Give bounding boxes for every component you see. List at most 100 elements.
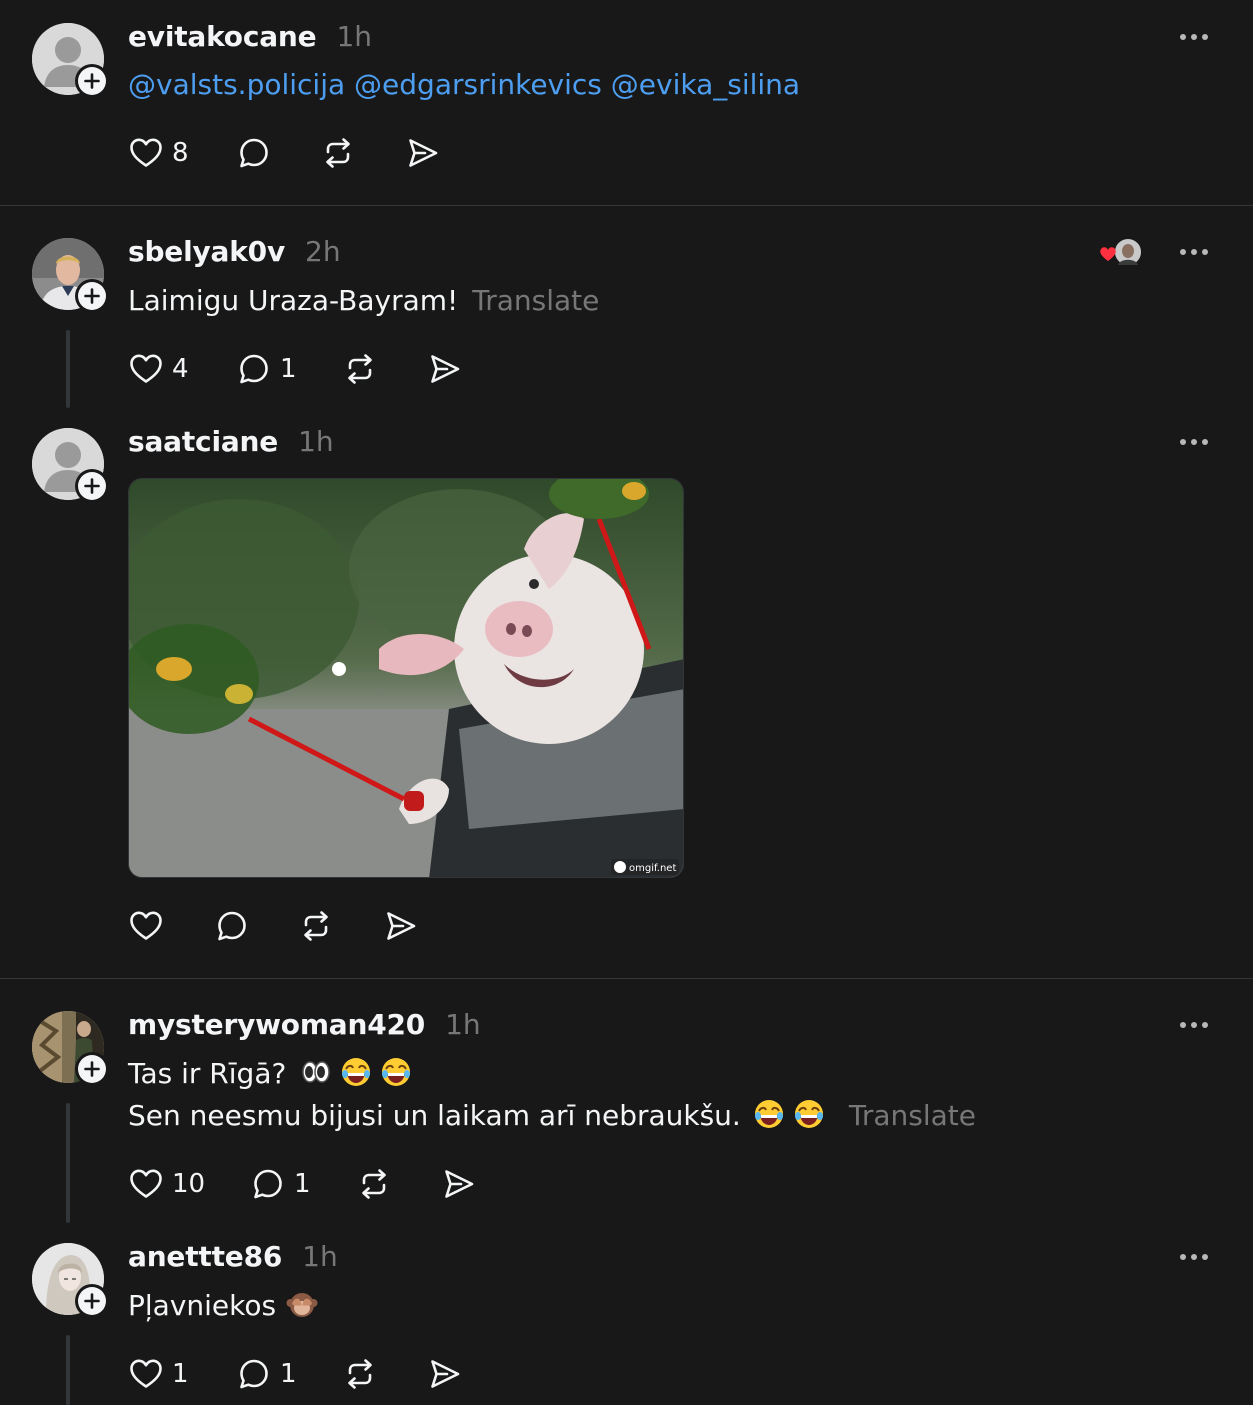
reply-button[interactable]: 1 <box>250 1164 311 1204</box>
heart-icon <box>128 1356 164 1392</box>
divider <box>0 978 1253 979</box>
like-count: 10 <box>172 1169 206 1199</box>
mention-link[interactable]: @edgarsrinkevics <box>354 68 602 101</box>
share-button[interactable] <box>427 1354 463 1394</box>
liked-by-avatar[interactable] <box>1098 237 1144 267</box>
like-button[interactable]: 8 <box>128 133 189 173</box>
more-icon[interactable] <box>1172 25 1216 49</box>
thread-line <box>66 1103 70 1223</box>
plus-icon <box>83 287 101 305</box>
like-button[interactable]: 4 <box>128 349 189 389</box>
reply-button[interactable] <box>236 133 272 173</box>
comment-icon <box>214 908 250 944</box>
share-button[interactable] <box>405 133 441 173</box>
reply-button[interactable]: 1 <box>236 1354 297 1394</box>
username[interactable]: sbelyak0v <box>128 235 285 268</box>
repost-icon <box>320 135 356 171</box>
reply-count: 1 <box>280 1359 297 1389</box>
share-button[interactable] <box>383 906 419 946</box>
repost-button[interactable] <box>342 1354 378 1394</box>
send-icon <box>383 908 419 944</box>
repost-icon <box>342 1356 378 1392</box>
plus-icon <box>83 477 101 495</box>
comment-icon <box>236 351 272 387</box>
like-button[interactable]: 10 <box>128 1164 205 1204</box>
reply-count: 1 <box>294 1169 311 1199</box>
mention-link[interactable]: @evika_silina <box>611 68 800 101</box>
username[interactable]: saatciane <box>128 425 278 458</box>
laughing-emoji-icon <box>380 1056 412 1088</box>
follow-button[interactable] <box>75 469 109 503</box>
username[interactable]: evitakocane <box>128 20 317 53</box>
repost-icon <box>298 908 334 944</box>
more-icon[interactable] <box>1172 1013 1216 1037</box>
more-icon[interactable] <box>1172 1245 1216 1269</box>
timestamp[interactable]: 1h <box>298 425 334 458</box>
post-body: Laimigu Uraza-Bayram! <box>128 284 459 317</box>
see-no-evil-monkey-emoji-icon <box>286 1288 318 1320</box>
timestamp[interactable]: 1h <box>445 1008 481 1041</box>
repost-button[interactable] <box>320 133 356 173</box>
like-count: 4 <box>172 354 189 384</box>
repost-button[interactable] <box>298 906 334 946</box>
repost-button[interactable] <box>356 1164 392 1204</box>
follow-button[interactable] <box>75 279 109 313</box>
like-button[interactable]: 1 <box>128 1354 189 1394</box>
laughing-emoji-icon <box>753 1098 785 1130</box>
translate-link[interactable]: Translate <box>472 284 599 317</box>
reply-button[interactable] <box>214 906 250 946</box>
follow-button[interactable] <box>75 1284 109 1318</box>
translate-link[interactable]: Translate <box>849 1099 976 1132</box>
post-text: @valsts.policija @edgarsrinkevics @evika… <box>128 64 800 106</box>
timestamp[interactable]: 1h <box>302 1240 338 1273</box>
plus-icon <box>83 1060 101 1078</box>
like-button[interactable] <box>128 906 164 946</box>
heart-icon <box>128 135 164 171</box>
heart-icon <box>128 908 164 944</box>
post-text: Sen neesmu bijusi un laikam arī nebraukš… <box>128 1095 976 1137</box>
thread-line <box>66 330 70 408</box>
plus-icon <box>83 1292 101 1310</box>
repost-button[interactable] <box>342 349 378 389</box>
post-body-line2: Sen neesmu bijusi un laikam arī nebraukš… <box>128 1099 741 1132</box>
comment-icon <box>236 1356 272 1392</box>
reply-count: 1 <box>280 354 297 384</box>
send-icon <box>441 1166 477 1202</box>
timestamp[interactable]: 2h <box>305 235 341 268</box>
more-icon[interactable] <box>1172 240 1216 264</box>
media-watermark: omgif.net <box>629 863 676 874</box>
post-body: Pļavniekos <box>128 1289 277 1322</box>
send-icon <box>427 351 463 387</box>
laughing-emoji-icon <box>340 1056 372 1088</box>
username[interactable]: anettte86 <box>128 1240 282 1273</box>
reply-button[interactable]: 1 <box>236 349 297 389</box>
post-text: Laimigu Uraza-Bayram! Translate <box>128 280 599 322</box>
comment-icon <box>236 135 272 171</box>
heart-icon <box>128 351 164 387</box>
share-button[interactable] <box>441 1164 477 1204</box>
eyes-emoji-icon <box>300 1056 332 1088</box>
repost-icon <box>356 1166 392 1202</box>
share-button[interactable] <box>427 349 463 389</box>
send-icon <box>405 135 441 171</box>
repost-icon <box>342 351 378 387</box>
timestamp[interactable]: 1h <box>336 20 372 53</box>
post-body-line1: Tas ir Rīgā? <box>128 1057 287 1090</box>
post-text: Tas ir Rīgā? <box>128 1053 412 1095</box>
send-icon <box>427 1356 463 1392</box>
follow-button[interactable] <box>75 64 109 98</box>
like-count: 1 <box>172 1359 189 1389</box>
heart-icon <box>128 1166 164 1202</box>
laughing-emoji-icon <box>793 1098 825 1130</box>
more-icon[interactable] <box>1172 430 1216 454</box>
post-media-gif[interactable]: omgif.net <box>128 478 684 878</box>
username[interactable]: mysterywoman420 <box>128 1008 425 1041</box>
mention-link[interactable]: @valsts.policija <box>128 68 345 101</box>
plus-icon <box>83 72 101 90</box>
post-text: Pļavniekos <box>128 1285 318 1327</box>
like-count: 8 <box>172 138 189 168</box>
comment-icon <box>250 1166 286 1202</box>
follow-button[interactable] <box>75 1052 109 1086</box>
thread-line <box>66 1335 70 1405</box>
divider <box>0 205 1253 206</box>
